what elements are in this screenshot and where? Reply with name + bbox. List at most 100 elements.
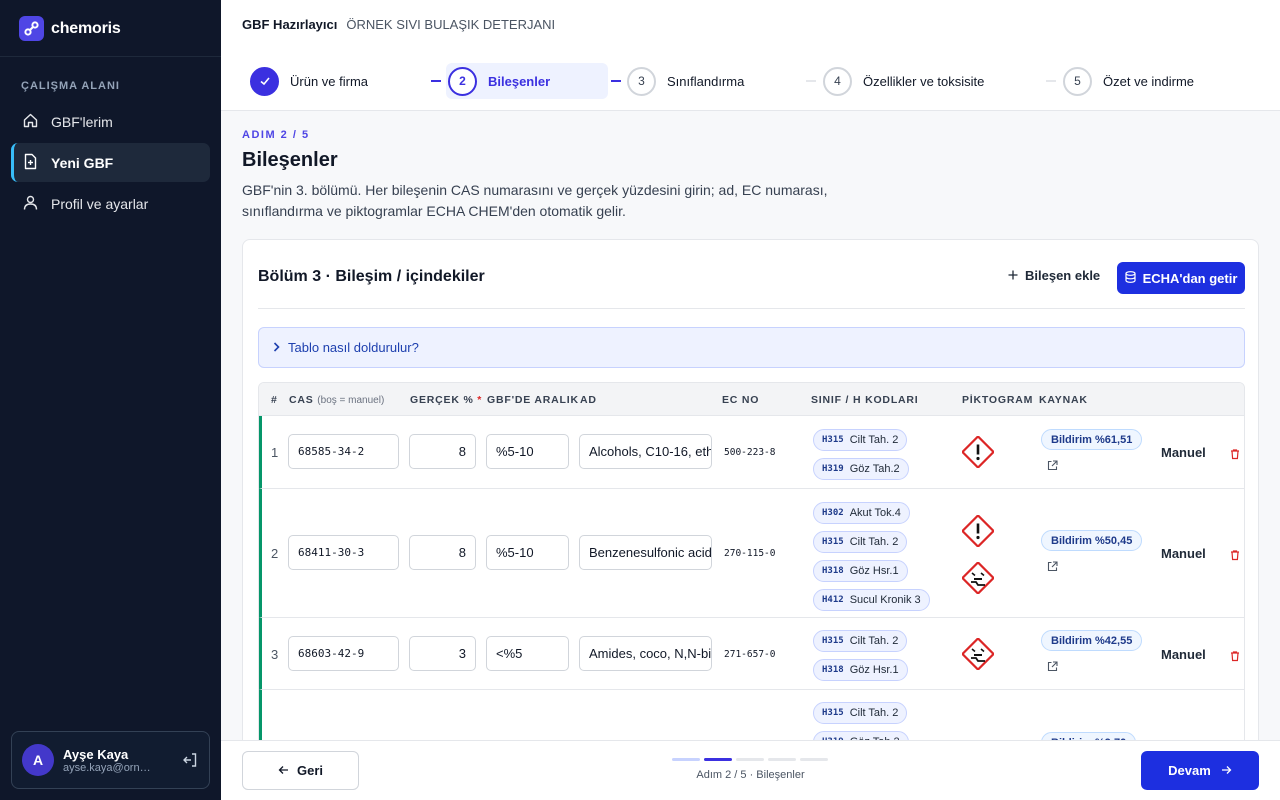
name-input[interactable]: Benzenesulfonic acid, C10-13-alkyl deriv…: [579, 535, 712, 570]
source-cell: Bildirim %42,55: [1041, 630, 1143, 672]
entry-mode: Manuel: [1161, 647, 1206, 662]
step-bilesenler[interactable]: 2 Bileşenler: [446, 63, 608, 99]
add-component-label: Bileşen ekle: [1025, 268, 1101, 283]
header-num: #: [271, 394, 278, 406]
corrosion-pictogram-icon: [960, 636, 996, 675]
cas-input[interactable]: 68585-34-2: [288, 434, 399, 469]
app-logo[interactable]: chemoris: [19, 16, 121, 41]
step-connector: [806, 80, 816, 82]
echa-fetch-button[interactable]: ECHA'dan getir: [1117, 262, 1245, 294]
app-name: chemoris: [51, 19, 121, 37]
hcode: H319: [822, 464, 844, 474]
components-table: # CAS (boş = manuel) GERÇEK % * GBF'DE A…: [258, 382, 1245, 758]
help-accordion[interactable]: Tablo nasıl doldurulur?: [258, 327, 1245, 368]
header-class: SINIF / H KODLARI: [811, 394, 919, 406]
database-icon: [1124, 270, 1136, 286]
sidebar-divider: [0, 56, 221, 57]
hcode-text: Sucul Kronik 3: [849, 594, 921, 606]
hcode: H412: [822, 595, 844, 605]
hcode-list: H302 Akut Tok.4 H315 Cilt Tah. 2 H318 Göz H…: [813, 502, 930, 611]
hcode-badge: H302 Akut Tok.4: [813, 502, 910, 524]
ec-number: 500-223-8: [724, 447, 776, 458]
header-source: KAYNAK: [1039, 394, 1088, 406]
step-label: Özet ve indirme: [1103, 73, 1195, 89]
pictogram-list: [960, 513, 996, 599]
hcode-badge: H412 Sucul Kronik 3: [813, 589, 930, 611]
wizard-footer: Geri Adım 2 / 5 · Bileşenler Devam: [221, 740, 1280, 800]
source-badge: Bildirim %61,51: [1041, 429, 1143, 450]
home-icon: [22, 112, 39, 132]
document-name: ÖRNEK SIVI BULAŞIK DETERJANI: [346, 17, 556, 32]
trash-icon[interactable]: [1229, 548, 1241, 561]
hcode: H302: [822, 508, 844, 518]
step-ozellikler[interactable]: 4 Özellikler ve toksisite: [823, 63, 984, 99]
sidebar-item-profil[interactable]: Profil ve ayarlar: [11, 184, 210, 223]
check-icon: [250, 66, 279, 96]
step-number: 4: [823, 66, 852, 96]
step-connector: [611, 80, 621, 82]
step-urun-ve-firma[interactable]: Ürün ve firma: [250, 63, 368, 99]
step-label: Ürün ve firma: [290, 73, 369, 89]
header-picto: PİKTOGRAM: [962, 394, 1034, 406]
chevron-right-icon: [272, 340, 281, 355]
topbar: GBF Hazırlayıcı ÖRNEK SIVI BULAŞIK DETER…: [221, 0, 1280, 49]
hcode-text: Akut Tok.4: [849, 507, 901, 519]
header-ec: EC NO: [722, 394, 760, 406]
hcode: H315: [822, 708, 844, 718]
hcode: H315: [822, 435, 844, 445]
table-header: # CAS (boş = manuel) GERÇEK % * GBF'DE A…: [259, 383, 1244, 416]
stepper: Ürün ve firma 2 Bileşenler 3 Sınıflandır…: [221, 49, 1280, 111]
step-eyebrow: ADIM 2 / 5: [242, 129, 310, 141]
pictogram-list: [960, 434, 996, 473]
range-select[interactable]: %5-10: [486, 535, 569, 570]
hcode-text: Cilt Tah. 2: [849, 707, 899, 719]
ec-number: 270-115-0: [724, 548, 776, 559]
external-link-icon[interactable]: [1047, 559, 1058, 572]
trash-icon[interactable]: [1229, 447, 1241, 460]
user-email: ayse.kaya@ornek.com: [63, 761, 155, 774]
step-label: Özellikler ve toksisite: [863, 73, 985, 89]
hcode-badge: H315 Cilt Tah. 2: [813, 702, 908, 724]
step-connector: [1046, 80, 1056, 82]
file-plus-icon: [22, 153, 39, 173]
step-siniflandirma[interactable]: 3 Sınıflandırma: [627, 63, 744, 99]
card-title: Bölüm 3 · Bileşim / içindekiler: [258, 268, 485, 285]
logout-icon[interactable]: [181, 751, 199, 769]
header-pct: GERÇEK % *: [410, 394, 482, 406]
step-ozet[interactable]: 5 Özet ve indirme: [1063, 63, 1194, 99]
continue-button[interactable]: Devam: [1141, 751, 1259, 790]
sidebar-item-yeni-gbf[interactable]: Yeni GBF: [11, 143, 210, 182]
progress-segment: [768, 758, 796, 761]
percent-input[interactable]: 8: [409, 434, 476, 469]
cas-input[interactable]: 68603-42-9: [288, 636, 399, 671]
hcode-badge: H318 Göz Hsr.1: [813, 659, 908, 681]
help-accordion-label: Tablo nasıl doldurulur?: [288, 340, 419, 355]
user-card: A Ayşe Kaya ayse.kaya@ornek.com: [11, 731, 210, 789]
step-connector: [431, 80, 441, 82]
percent-input[interactable]: 8: [409, 535, 476, 570]
continue-label: Devam: [1168, 763, 1211, 778]
entry-mode: Manuel: [1161, 546, 1206, 561]
percent-input[interactable]: 3: [409, 636, 476, 671]
composition-card: Bölüm 3 · Bileşim / içindekiler Bileşen …: [242, 239, 1259, 759]
source-cell: Bildirim %50,45: [1041, 530, 1143, 572]
progress-segment: [800, 758, 828, 761]
external-link-icon[interactable]: [1047, 458, 1058, 471]
hcode: H315: [822, 537, 844, 547]
exclamation-pictogram-icon: [960, 434, 996, 473]
external-link-icon[interactable]: [1047, 659, 1058, 672]
header-name: AD: [580, 394, 597, 406]
chemoris-logo-icon: [19, 16, 44, 41]
exclamation-pictogram-icon: [960, 513, 996, 552]
cas-input[interactable]: 68411-30-3: [288, 535, 399, 570]
range-select[interactable]: <%5: [486, 636, 569, 671]
table-row: 1 68585-34-2 8 %5-10 Alcohols, C10-16, e…: [259, 416, 1244, 489]
entry-mode: Manuel: [1161, 445, 1206, 460]
progress-segment: [704, 758, 732, 761]
range-select[interactable]: %5-10: [486, 434, 569, 469]
trash-icon[interactable]: [1229, 649, 1241, 662]
sidebar-item-gbflerim[interactable]: GBF'lerim: [11, 102, 210, 141]
add-component-button[interactable]: Bileşen ekle: [1008, 268, 1100, 283]
name-input[interactable]: Alcohols, C10-16, ethoxylated, sulfates,…: [579, 434, 712, 469]
name-input[interactable]: Amides, coco, N,N-bis(hydroxyethyl): [579, 636, 712, 671]
